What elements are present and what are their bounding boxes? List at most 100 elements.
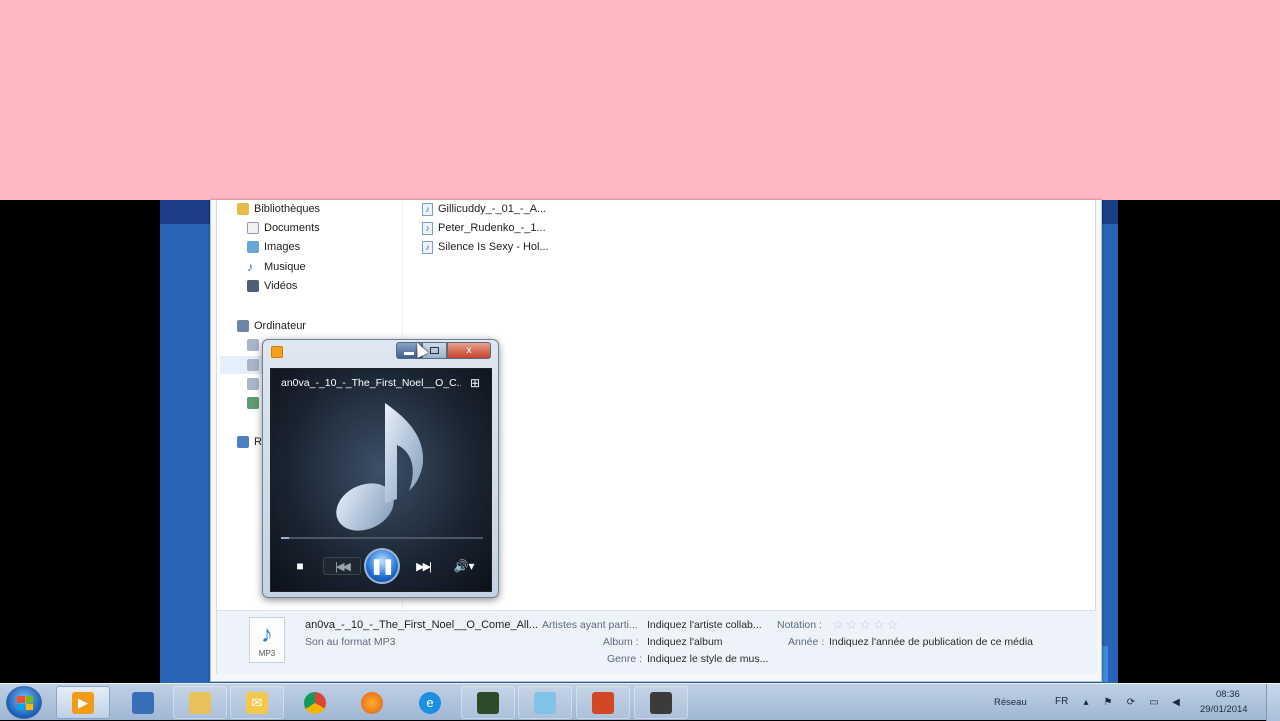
taskbar-outlook[interactable]: ✉ [230,686,284,719]
windows-logo-icon [17,696,33,710]
nav-item-label: Vidéos [264,280,298,292]
taskbar-remote-desktop[interactable] [116,686,170,719]
nav-item-documents[interactable]: Documents [247,219,320,237]
file-list: ♪ Gillicuddy_-_01_-_A... ♪ Peter_Rudenko… [417,200,1097,610]
speaker-icon[interactable]: ◀ [1170,697,1182,709]
internet-explorer-icon: e [419,691,441,714]
genre-label: Genre : [607,653,643,665]
taskbar-app-green[interactable] [461,686,515,719]
file-name: Gillicuddy_-_01_-_A... [438,203,547,215]
clock-time[interactable]: 08:36 [1216,689,1240,700]
list-item[interactable]: ♪ Peter_Rudenko_-_1... [422,219,546,237]
taskbar: ▶ ✉ e Réseau FR ▴ ⚑ ⟳ ▭ ◀ 08:36 29/01/20… [0,683,1280,721]
show-hidden-icons-icon[interactable]: ▴ [1080,697,1092,709]
list-item[interactable]: ♪ Silence Is Sexy - Hol... [422,238,549,256]
switch-to-library-icon[interactable]: ⊞ [467,376,483,390]
nav-item-label: Images [264,241,301,253]
clock-date[interactable]: 29/01/2014 [1200,704,1248,715]
star-icon[interactable]: ☆ [859,618,871,631]
star-icon[interactable]: ☆ [887,618,899,631]
previous-icon: |◀◀ [335,560,351,573]
nav-item-label: R [254,436,262,448]
firefox-icon [361,691,383,714]
app-icon [650,691,672,714]
libraries-icon [237,203,249,215]
computer-icon [237,320,249,332]
nav-item-network[interactable]: R [237,433,262,451]
nav-item-computer[interactable]: Ordinateur [237,317,306,335]
stop-icon: ■ [296,559,304,573]
nav-item-label: Bibliothèques [254,203,321,215]
nav-item-drive-c[interactable] [247,336,259,354]
nav-item-label: Musique [264,261,306,273]
close-button[interactable]: x [447,342,491,359]
pause-button[interactable]: ❚❚ [364,548,400,584]
taskbar-firefox[interactable] [345,686,399,719]
previous-button[interactable]: |◀◀ [323,557,361,575]
nav-item-drive-e[interactable] [247,375,259,393]
flag-icon[interactable]: ⚑ [1102,697,1114,709]
nav-item-images[interactable]: Images [247,238,300,256]
music-file-icon: ♪ [422,221,433,235]
stop-button[interactable]: ■ [293,559,307,573]
taskbar-chrome[interactable] [288,686,342,719]
nav-item-libraries[interactable]: Bibliothèques [237,200,320,218]
network-icon [237,436,249,448]
album-label: Album : [603,636,639,648]
music-icon: ♪ [247,260,253,274]
year-field[interactable]: Indiquez l'année de publication de ce mé… [829,636,1033,648]
taskbar-app-notes[interactable] [518,686,572,719]
start-button[interactable] [6,686,42,719]
media-player-icon [271,346,283,358]
media-player-app-icon: ▶ [72,691,94,714]
chrome-icon [304,691,326,714]
pause-icon: ❚❚ [370,558,394,575]
album-field[interactable]: Indiquez l'album [647,636,723,648]
contributing-artists-label: Artistes ayant parti... [542,619,638,631]
star-icon[interactable]: ☆ [873,618,885,631]
rating-stars[interactable]: ☆ ☆ ☆ ☆ ☆ [832,618,899,631]
player-titlebar[interactable]: x [263,340,498,364]
contributing-artists-field[interactable]: Indiquez l'artiste collab... [647,619,762,631]
star-icon[interactable]: ☆ [832,618,844,631]
seek-bar[interactable] [281,537,483,539]
sync-icon[interactable]: ⟳ [1125,697,1137,709]
volume-icon: 🔊▾ [453,559,475,573]
rating-label: Notation : [777,619,822,631]
minimize-icon [404,351,414,355]
file-thumbnail: ♪ MP3 [249,617,285,663]
music-note-icon: ♪ [261,620,273,648]
mail-icon: ✉ [246,691,268,714]
details-file-title: an0va_-_10_-_The_First_Noel__O_Come_All.… [305,619,538,631]
track-title: an0va_-_10_-_The_First_Noel__O_C... [281,377,461,389]
taskbar-internet-explorer[interactable]: e [403,686,457,719]
nav-item-music[interactable]: ♪ Musique [247,258,306,276]
genre-field[interactable]: Indiquez le style de mus... [647,653,768,665]
app-icon [477,691,499,714]
network-icon[interactable]: ▭ [1148,697,1160,709]
nav-item-videos[interactable]: Vidéos [247,277,297,295]
taskbar-powerpoint[interactable] [576,686,630,719]
drive-icon [247,359,259,371]
show-desktop-button[interactable] [1266,684,1280,721]
network-toolbar-label[interactable]: Réseau [994,697,1027,708]
nav-item-drive-d[interactable] [247,356,259,374]
network-drive-icon [247,397,259,409]
media-player-window: x an0va_-_10_-_The_First_Noel__O_C... ⊞ … [262,339,499,598]
details-file-type: Son au format MP3 [305,636,396,648]
file-name: Peter_Rudenko_-_1... [438,222,546,234]
videos-icon [247,280,259,292]
music-file-icon: ♪ [422,240,433,254]
language-indicator[interactable]: FR [1055,696,1068,707]
nav-item-network-drive[interactable] [247,394,259,412]
volume-button[interactable]: 🔊▾ [447,557,481,575]
taskbar-media-player[interactable]: ▶ [56,686,110,719]
list-item[interactable]: ♪ Gillicuddy_-_01_-_A... [422,200,546,218]
notes-icon [534,691,556,714]
star-icon[interactable]: ☆ [846,618,858,631]
folder-icon [189,691,211,714]
taskbar-app-x[interactable] [634,686,688,719]
taskbar-explorer[interactable] [173,686,227,719]
year-label: Année : [788,636,825,648]
next-button[interactable]: ▶▶| [404,557,442,575]
